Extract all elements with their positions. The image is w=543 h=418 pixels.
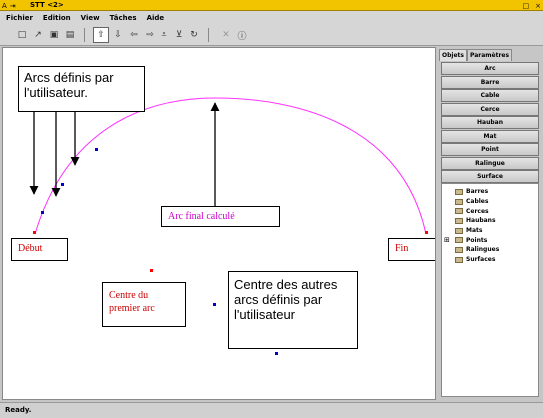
- align-bottom-icon[interactable]: ⩡: [156, 27, 172, 43]
- blue-point: [275, 352, 278, 355]
- menu-view[interactable]: View: [81, 14, 100, 22]
- folder-icon: [455, 237, 463, 244]
- menu-taches[interactable]: Tâches: [110, 14, 137, 22]
- close-button[interactable]: ×: [535, 2, 541, 10]
- blue-point: [95, 148, 98, 151]
- debut-label: Début: [11, 238, 68, 261]
- drawing-canvas[interactable]: Arcs définis par l'utilisateur. Arc fina…: [2, 47, 436, 400]
- refresh-icon[interactable]: ↻: [186, 27, 202, 43]
- tree-item-haubans[interactable]: Haubans: [442, 216, 538, 226]
- red-point: [150, 269, 153, 272]
- ralingue-button[interactable]: Ralingue: [441, 156, 539, 170]
- folder-icon: [455, 188, 463, 195]
- tree-item-barres[interactable]: Barres: [442, 187, 538, 197]
- arrow-down-icon[interactable]: ⇩: [110, 27, 126, 43]
- tree-item-label: Haubans: [466, 217, 496, 225]
- tree-item-label: Ralingues: [466, 246, 500, 254]
- folder-icon: [455, 198, 463, 205]
- centre-autres-label: Centre des autres arcs définis par l'uti…: [228, 271, 358, 349]
- toolbar: □ ↗ ▣ ▤ ⇧ ⇩ ⇦ ⇨ ⩡ ⊻ ↻ ✕ ⓘ: [0, 24, 543, 46]
- red-point: [33, 231, 36, 234]
- menu-fichier[interactable]: Fichier: [6, 14, 33, 22]
- app-icon[interactable]: A: [2, 2, 7, 10]
- status-bar: Ready.: [0, 402, 543, 418]
- toolbar-separator: [208, 28, 209, 42]
- red-point: [425, 231, 428, 234]
- tree-item-label: Cables: [466, 198, 489, 206]
- tree-item-surfaces[interactable]: Surfaces: [442, 255, 538, 265]
- blue-point: [41, 211, 44, 214]
- tree-item-label: Barres: [466, 188, 489, 196]
- menu-aide[interactable]: Aide: [147, 14, 165, 22]
- tab-objets[interactable]: Objets: [439, 49, 467, 61]
- status-text: Ready.: [5, 406, 32, 414]
- window-title: STT <2>: [30, 1, 64, 9]
- new-file-icon[interactable]: □: [14, 27, 30, 43]
- hauban-button[interactable]: Hauban: [441, 116, 539, 129]
- objects-panel: Objets Paramètres Arc Barre Cable Cerce …: [439, 47, 541, 400]
- filter-icon[interactable]: ⊻: [171, 27, 187, 43]
- menu-bar: Fichier Edition View Tâches Aide: [0, 11, 543, 24]
- tree-item-label: Points: [466, 236, 488, 244]
- tree-item-label: Surfaces: [466, 256, 496, 264]
- open-file-icon[interactable]: ↗: [30, 27, 46, 43]
- tree-item-label: Mats: [466, 227, 483, 235]
- cancel-icon[interactable]: ✕: [218, 27, 234, 43]
- point-button[interactable]: Point: [441, 143, 539, 156]
- arrow-up-icon[interactable]: ⇧: [93, 27, 109, 43]
- cerce-button[interactable]: Cerce: [441, 102, 539, 116]
- title-bar: A ⇥ STT <2> □ ×: [0, 0, 543, 11]
- window-menu-icons[interactable]: A ⇥: [2, 0, 16, 11]
- folder-icon: [455, 227, 463, 234]
- folder-icon: [455, 217, 463, 224]
- tab-parametres[interactable]: Paramètres: [466, 49, 513, 61]
- pin-icon[interactable]: ⇥: [10, 2, 16, 10]
- menu-edition[interactable]: Edition: [43, 14, 71, 22]
- folder-icon: [455, 208, 463, 215]
- window-controls: □ ×: [523, 0, 542, 11]
- centre-premier-label: Centre du premier arc: [102, 282, 186, 327]
- tree-item-points[interactable]: ⊞ Points: [442, 235, 538, 245]
- arc-button[interactable]: Arc: [441, 62, 539, 75]
- object-tree[interactable]: Barres Cables Cerces Haubans Mats ⊞ Point…: [441, 183, 539, 397]
- expand-icon[interactable]: ⊞: [444, 236, 450, 244]
- save-as-icon[interactable]: ▤: [62, 27, 78, 43]
- tree-item-label: Cerces: [466, 207, 489, 215]
- tree-item-cables[interactable]: Cables: [442, 197, 538, 207]
- blue-point: [61, 183, 64, 186]
- info-icon[interactable]: ⓘ: [234, 27, 250, 43]
- surface-button[interactable]: Surface: [441, 170, 539, 183]
- mat-button[interactable]: Mat: [441, 129, 539, 143]
- arcs-user-label: Arcs définis par l'utilisateur.: [18, 66, 145, 112]
- tree-item-cerces[interactable]: Cerces: [442, 206, 538, 216]
- toolbar-separator: [84, 28, 85, 42]
- save-icon[interactable]: ▣: [46, 27, 62, 43]
- fin-label: Fin: [388, 238, 435, 261]
- folder-icon: [455, 256, 463, 263]
- blue-point: [213, 303, 216, 306]
- panel-tabs: Objets Paramètres: [439, 49, 513, 61]
- tree-item-mats[interactable]: Mats: [442, 226, 538, 236]
- cable-button[interactable]: Cable: [441, 89, 539, 102]
- arc-final-label: Arc final calculé: [161, 206, 280, 227]
- arrow-left-icon[interactable]: ⇦: [126, 27, 142, 43]
- maximize-button[interactable]: □: [523, 2, 530, 10]
- object-buttons: Arc Barre Cable Cerce Hauban Mat Point R…: [441, 62, 539, 184]
- tree-item-ralingues[interactable]: Ralingues: [442, 245, 538, 255]
- barre-button[interactable]: Barre: [441, 75, 539, 89]
- folder-icon: [455, 246, 463, 253]
